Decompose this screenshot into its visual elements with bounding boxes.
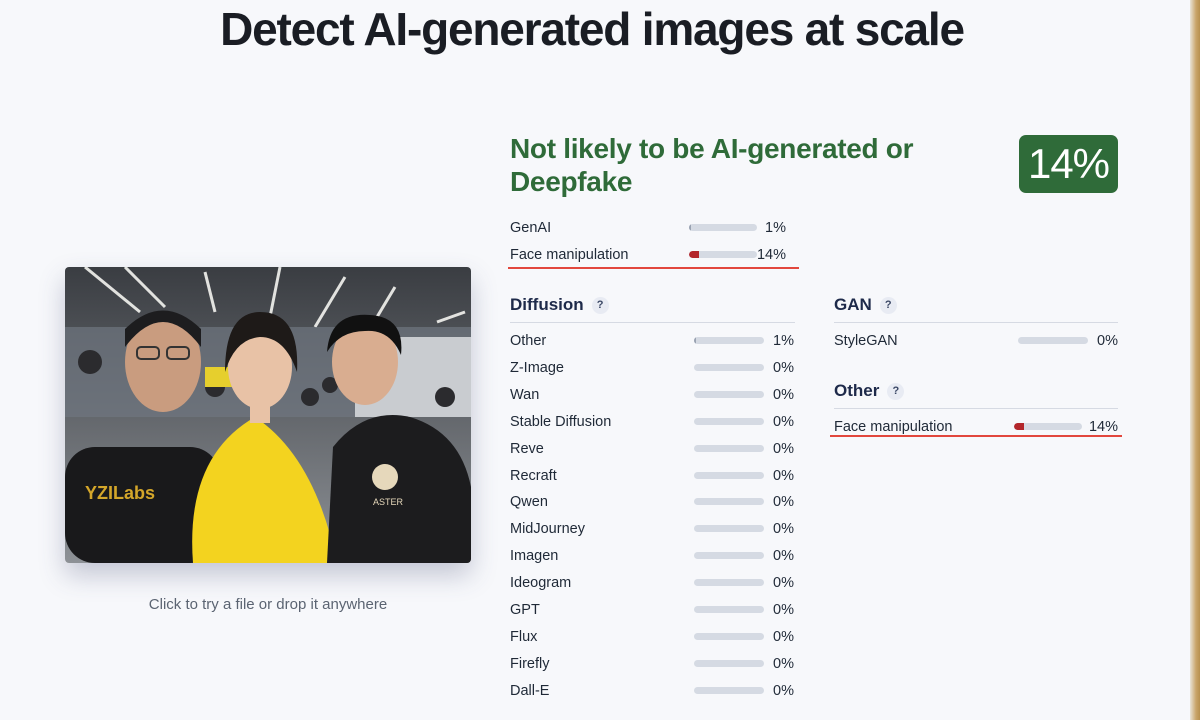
score-bar xyxy=(689,224,757,231)
score-bar xyxy=(694,390,764,398)
score-row-percent: 0% xyxy=(773,440,794,457)
score-row-percent: 14% xyxy=(756,247,786,263)
score-row-label: Face manipulation xyxy=(510,247,629,263)
score-bar xyxy=(694,606,764,613)
score-row: Recraft 0% xyxy=(510,467,800,487)
score-row-percent: 0% xyxy=(773,413,794,430)
gan-help-icon[interactable]: ? xyxy=(879,297,897,314)
score-row: Flux 0% xyxy=(510,628,800,648)
score-row-label: StyleGAN xyxy=(834,333,898,349)
window-edge xyxy=(1190,0,1200,720)
score-bar xyxy=(1018,337,1088,344)
score-row: StyleGAN 0% xyxy=(834,332,1118,352)
verdict-text: Not likely to be AI-generated or Deepfak… xyxy=(510,133,914,197)
photo-shirt-text-left: YZILabs xyxy=(85,483,155,503)
score-bar xyxy=(694,686,764,694)
score-row-percent: 1% xyxy=(765,220,786,236)
score-row: Dall-E 0% xyxy=(510,682,800,702)
other-title: Other xyxy=(834,381,880,400)
score-row-percent: 0% xyxy=(773,494,794,511)
photo-illustration: YZILabs ASTER xyxy=(65,267,471,563)
score-row-percent: 0% xyxy=(773,548,794,565)
score-row-percent: 0% xyxy=(773,467,794,484)
score-row-label: Reve xyxy=(510,440,544,457)
page: Detect AI-generated images at scale YZIL… xyxy=(0,0,1200,720)
score-row-label: GenAI xyxy=(510,220,552,236)
score-row-percent: 0% xyxy=(773,575,794,592)
diffusion-divider xyxy=(510,322,795,323)
score-row-label: Other xyxy=(510,333,547,349)
score-row: GenAI 1% xyxy=(510,219,800,239)
score-badge: 14% xyxy=(1019,135,1118,193)
score-bar xyxy=(1014,423,1082,430)
score-bar xyxy=(694,579,764,587)
other-help-icon[interactable]: ? xyxy=(887,383,905,400)
score-row-percent: 14% xyxy=(1088,419,1118,435)
score-row: Other 1% xyxy=(510,332,800,352)
score-row-percent: 0% xyxy=(773,628,794,645)
score-bar-fill xyxy=(689,251,699,258)
score-row: Face manipulation 14% xyxy=(510,246,800,266)
photo-shirt-text-right: ASTER xyxy=(373,497,404,507)
score-bar-fill xyxy=(689,224,691,231)
highlight-underline-summary xyxy=(508,267,799,269)
gan-section-title: GAN? xyxy=(834,295,897,315)
score-bar xyxy=(694,498,764,506)
score-bar xyxy=(694,525,764,533)
score-bar xyxy=(694,417,764,425)
score-row: Stable Diffusion 0% xyxy=(510,413,800,433)
score-row-percent: 0% xyxy=(773,386,794,403)
score-row-percent: 0% xyxy=(773,682,794,699)
score-bar xyxy=(694,337,764,344)
other-section-title: Other? xyxy=(834,381,905,401)
score-bar-fill xyxy=(1014,423,1024,430)
score-row: Z-Image 0% xyxy=(510,359,800,379)
uploaded-image[interactable]: YZILabs ASTER xyxy=(65,267,471,563)
score-bar xyxy=(694,471,764,479)
score-row: GPT 0% xyxy=(510,601,800,621)
score-row-percent: 0% xyxy=(1097,333,1118,349)
gan-divider xyxy=(834,322,1118,323)
score-row-percent: 0% xyxy=(773,602,794,618)
other-divider xyxy=(834,408,1118,409)
score-row-label: MidJourney xyxy=(510,521,585,538)
diffusion-title: Diffusion xyxy=(510,295,584,314)
score-row: Qwen 0% xyxy=(510,493,800,513)
score-row-percent: 0% xyxy=(773,521,794,538)
score-row-label: Z-Image xyxy=(510,359,564,376)
score-row-label: Stable Diffusion xyxy=(510,413,612,430)
gan-title: GAN xyxy=(834,295,872,314)
score-row-percent: 0% xyxy=(773,359,794,376)
diffusion-help-icon[interactable]: ? xyxy=(591,297,609,314)
score-row-label: GPT xyxy=(510,602,540,618)
score-bar xyxy=(694,363,764,371)
score-bar xyxy=(694,632,764,640)
page-title: Detect AI-generated images at scale xyxy=(220,3,965,55)
score-row-percent: 0% xyxy=(773,655,794,672)
score-row-label: Qwen xyxy=(510,494,548,511)
score-row-label: Flux xyxy=(510,628,538,645)
score-row-label: Wan xyxy=(510,386,540,403)
score-bar xyxy=(694,444,764,452)
score-row-percent: 1% xyxy=(773,333,794,349)
score-row-label: Imagen xyxy=(510,548,559,565)
score-row: MidJourney 0% xyxy=(510,520,800,540)
score-row-label: Ideogram xyxy=(510,575,572,592)
score-row: Imagen 0% xyxy=(510,547,800,567)
diffusion-section-title: Diffusion? xyxy=(510,295,609,315)
score-row-label: Firefly xyxy=(510,655,550,672)
score-bar xyxy=(694,552,764,560)
score-bar-fill xyxy=(694,337,696,344)
score-bar xyxy=(694,659,764,667)
score-bar xyxy=(689,251,757,258)
score-row-label: Dall-E xyxy=(510,682,550,699)
score-row-label: Face manipulation xyxy=(834,419,953,435)
highlight-underline-other xyxy=(830,435,1122,437)
upload-hint[interactable]: Click to try a file or drop it anywhere xyxy=(65,596,471,613)
score-row-label: Recraft xyxy=(510,467,557,484)
score-row: Wan 0% xyxy=(510,386,800,406)
score-row: Ideogram 0% xyxy=(510,574,800,594)
score-row: Firefly 0% xyxy=(510,655,800,675)
score-row: Reve 0% xyxy=(510,440,800,460)
